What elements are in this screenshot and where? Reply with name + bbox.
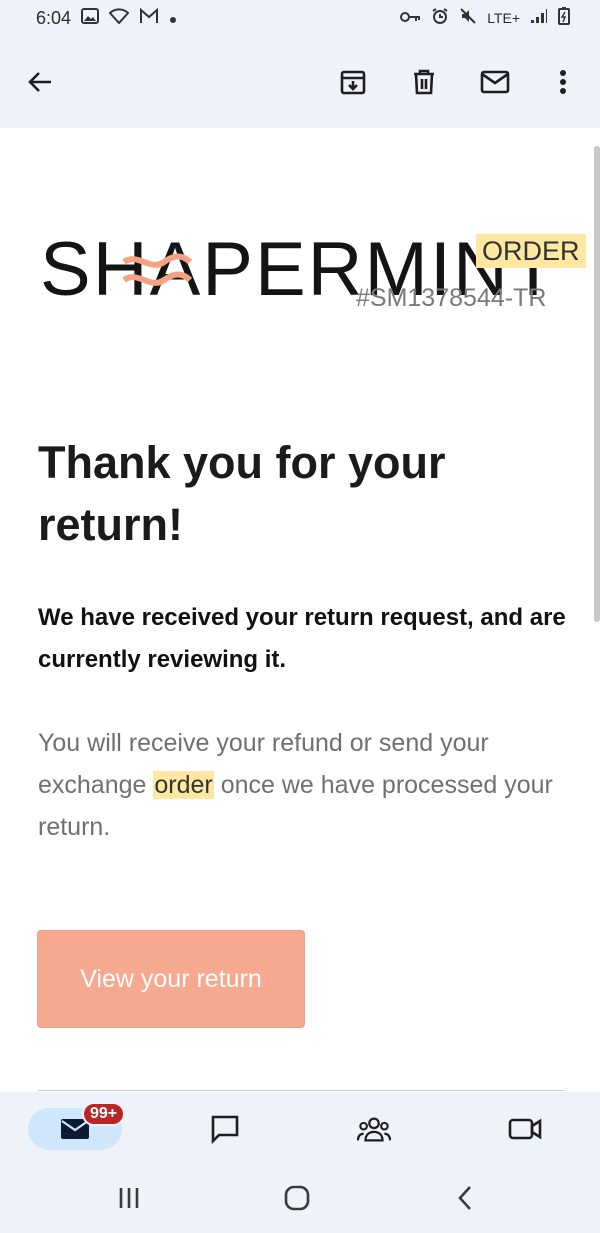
system-nav xyxy=(0,1161,600,1233)
app-bar xyxy=(0,36,600,128)
back-arrow-icon[interactable] xyxy=(20,62,60,102)
gallery-icon xyxy=(81,7,100,29)
spaces-icon[interactable] xyxy=(357,1112,391,1146)
body-text: You will receive your refund or send you… xyxy=(38,722,578,848)
home-icon[interactable] xyxy=(280,1181,314,1215)
mail-icon[interactable] xyxy=(475,62,515,102)
more-vert-icon[interactable] xyxy=(543,62,583,102)
network-label: LTE+ xyxy=(487,10,520,26)
logo-swoosh-icon xyxy=(122,253,192,286)
order-number: #SM1378544-TR xyxy=(356,284,547,312)
mail-badge: 99+ xyxy=(82,1102,126,1126)
archive-icon[interactable] xyxy=(333,62,373,102)
status-time: 6:04 xyxy=(36,7,72,28)
wifi-icon xyxy=(108,7,130,29)
status-left: 6:04 xyxy=(36,7,177,29)
chat-icon[interactable] xyxy=(208,1112,242,1146)
alarm-icon xyxy=(431,7,449,30)
vpn-key-icon xyxy=(399,8,421,29)
scrollbar[interactable] xyxy=(594,146,600,622)
dot-icon xyxy=(169,8,177,29)
mute-icon xyxy=(459,7,477,30)
meet-icon[interactable] xyxy=(508,1112,542,1146)
gmail-icon xyxy=(139,7,159,29)
view-return-button[interactable]: View your return xyxy=(37,930,305,1028)
status-right: LTE+ xyxy=(399,6,570,30)
body-text-highlight: order xyxy=(153,771,214,799)
signal-icon xyxy=(530,8,548,29)
divider xyxy=(38,1090,564,1091)
subheadline: We have received your return request, an… xyxy=(38,604,566,673)
status-bar: 6:04 LTE+ xyxy=(0,0,600,36)
page-title: Thank you for your return! xyxy=(38,437,446,550)
back-chevron-icon[interactable] xyxy=(448,1181,482,1215)
order-label: ORDER xyxy=(476,234,586,268)
recents-icon[interactable] xyxy=(112,1181,146,1215)
bottom-nav: 99+ xyxy=(0,1092,600,1161)
battery-icon xyxy=(558,6,570,30)
trash-icon[interactable] xyxy=(404,62,444,102)
